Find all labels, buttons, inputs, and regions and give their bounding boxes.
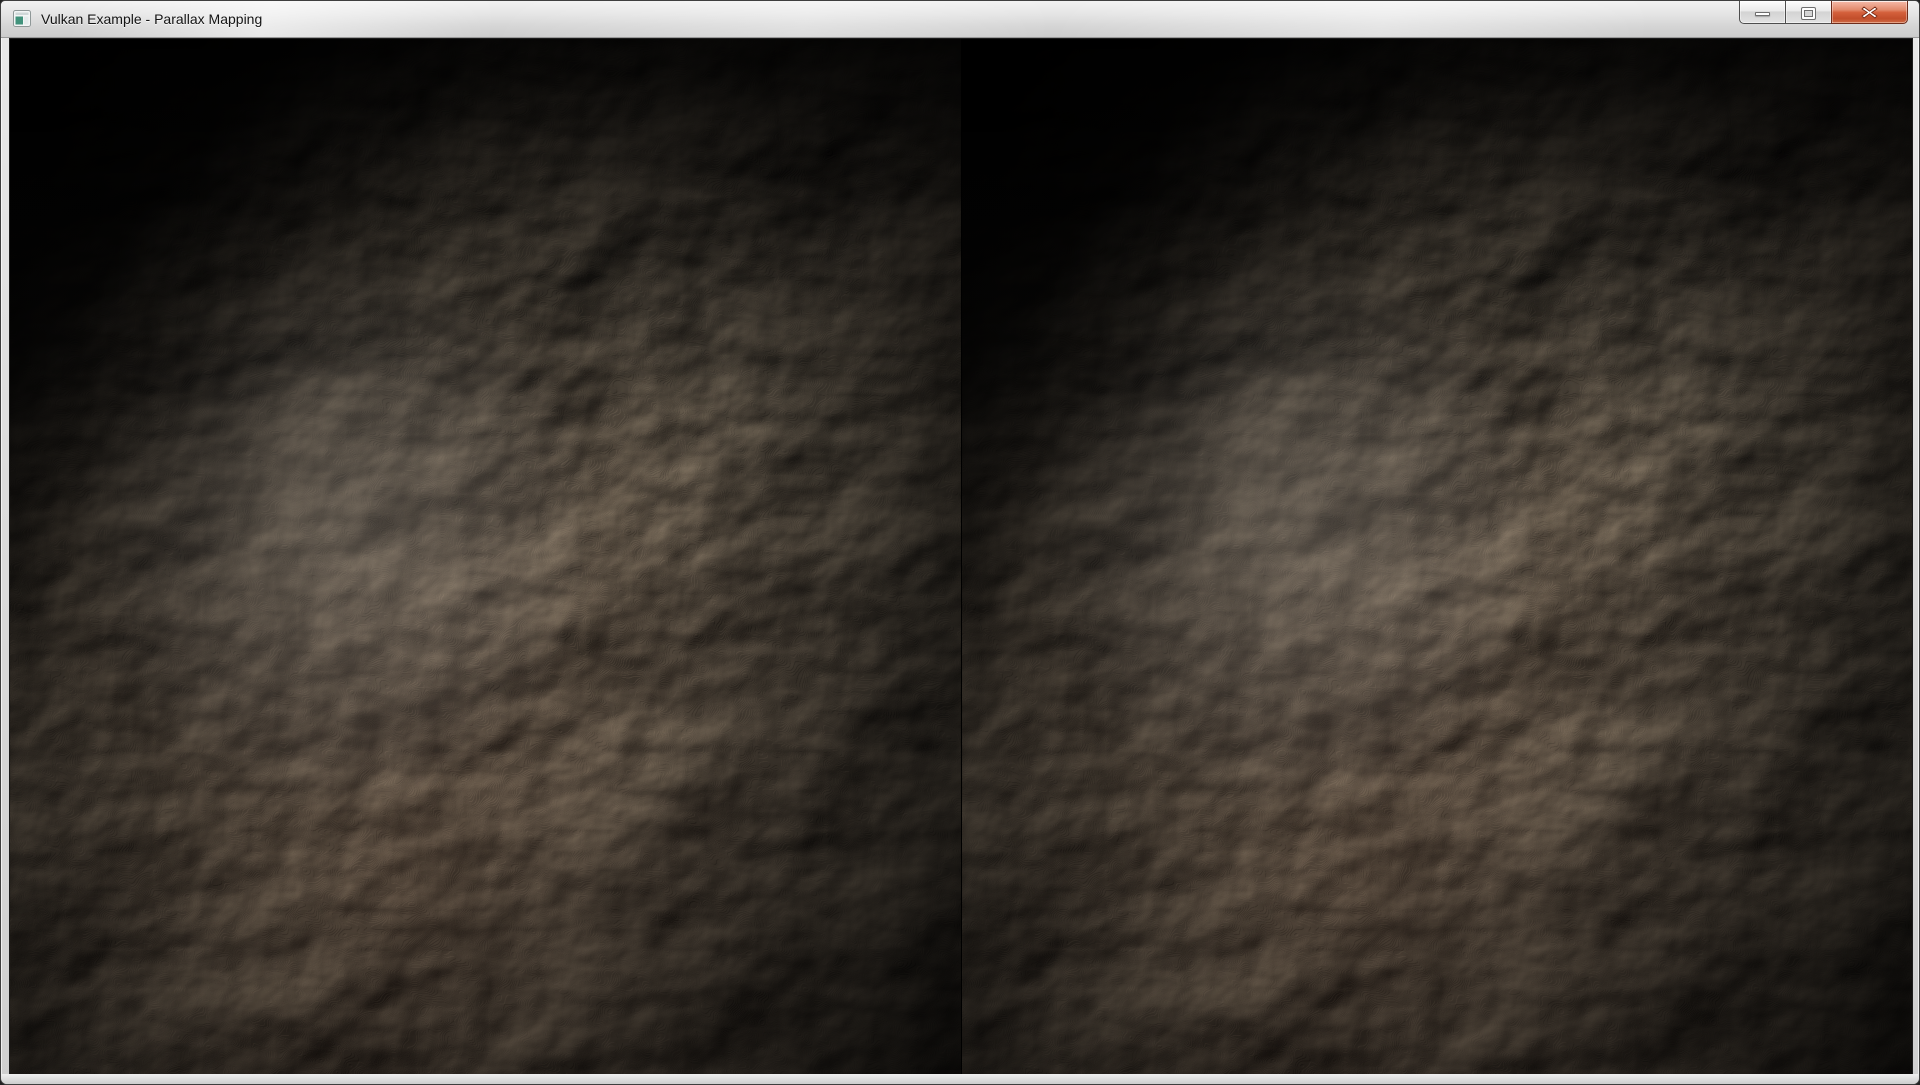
titlebar[interactable]: Vulkan Example - Parallax Mapping bbox=[1, 1, 1919, 38]
close-button[interactable] bbox=[1831, 1, 1908, 24]
minimize-icon bbox=[1755, 12, 1770, 16]
render-panel-left bbox=[10, 39, 961, 1075]
window-frame-bottom bbox=[1, 1074, 1919, 1084]
stone-wall-render-right bbox=[962, 39, 1912, 1075]
maximize-icon bbox=[1802, 8, 1815, 19]
render-panel-right bbox=[961, 39, 1912, 1075]
close-icon bbox=[1860, 5, 1879, 20]
application-window-icon bbox=[13, 10, 31, 27]
app-window: Vulkan Example - Parallax Mapping bbox=[0, 0, 1920, 1085]
app-icon[interactable] bbox=[13, 10, 31, 27]
maximize-button[interactable] bbox=[1785, 1, 1832, 24]
window-title: Vulkan Example - Parallax Mapping bbox=[41, 1, 262, 37]
render-viewport[interactable] bbox=[9, 38, 1913, 1076]
window-controls bbox=[1740, 1, 1908, 24]
minimize-button[interactable] bbox=[1739, 1, 1786, 24]
stone-wall-render-left bbox=[10, 39, 961, 1075]
